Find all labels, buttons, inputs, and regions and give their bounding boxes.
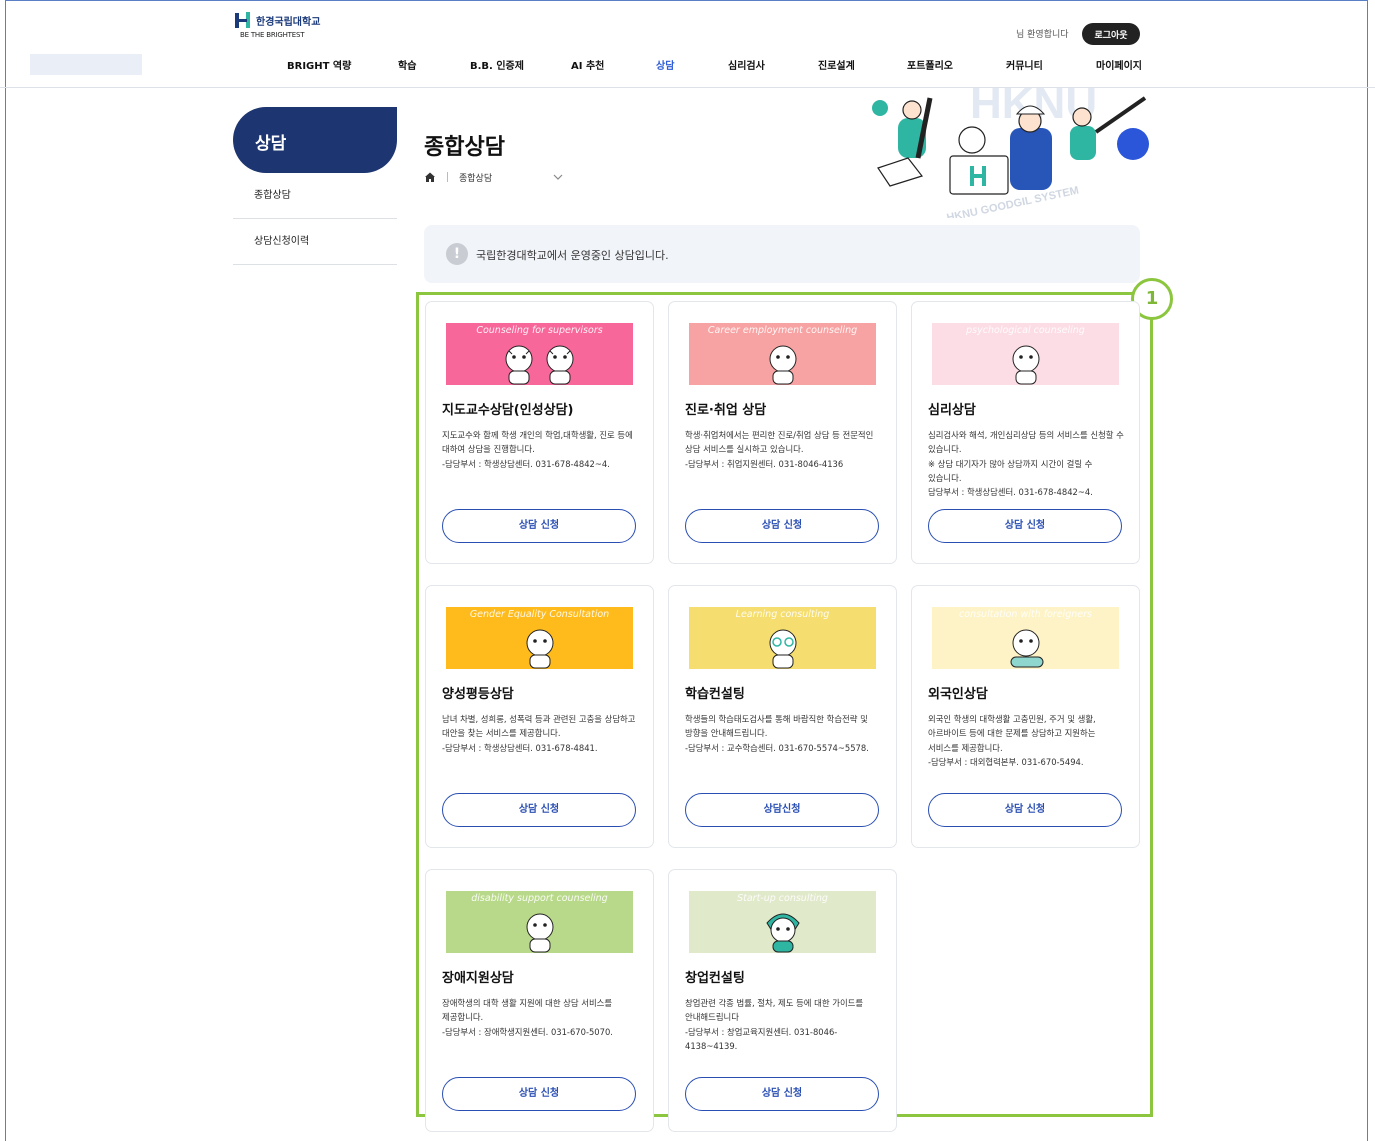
nav-bb-cert[interactable]: B.B. 인증제: [470, 57, 524, 72]
tiger-icon: [546, 345, 574, 385]
card-title: 학습컨설팅: [685, 687, 745, 702]
card-description: 학생·취업처에서는 편리한 진로/취업 상담 등 전문적인 상담 서비스를 실시…: [685, 430, 874, 469]
logo-slogan: BE THE BRIGHTEST: [240, 31, 305, 39]
welcome-text: 님 환영합니다: [1016, 30, 1069, 40]
tiger-heart-icon: [526, 629, 554, 669]
notice-text: 국립한경대학교에서 운영중인 상담입니다.: [476, 249, 669, 262]
card-description: 지도교수와 함께 학생 개인의 학업,대학생활, 진로 등에 대하여 상담을 진…: [442, 430, 633, 469]
card-title: 양성평등상담: [442, 687, 514, 702]
counseling-card: Learning consulting 학습컨설팅 학생들의 학습태도검사를 통…: [668, 585, 897, 848]
card-description: 창업관련 각종 법률, 절차, 제도 등에 대한 가이드를 안내해드립니다 -담…: [685, 998, 864, 1051]
nav-career-design[interactable]: 진로설계: [818, 57, 855, 72]
chevron-down-icon[interactable]: [552, 171, 564, 183]
card-banner-text: Counseling for supervisors: [476, 325, 603, 336]
card-banner-text: Learning consulting: [735, 609, 830, 620]
card-banner: Start-up consulting: [689, 891, 876, 953]
notice-box: ! 국립한경대학교에서 운영중인 상담입니다.: [424, 225, 1140, 283]
sidebar-title: 상담: [233, 107, 397, 173]
sidebar-item-counseling-history[interactable]: 상담신청이력: [233, 219, 397, 265]
apply-button[interactable]: 상담 신청: [928, 509, 1122, 543]
card-description: 외국인 학생의 대학생활 고충민원, 주거 및 생활, 아르바이트 등에 대한 …: [928, 714, 1096, 767]
apply-button[interactable]: 상담 신청: [685, 509, 879, 543]
apply-button[interactable]: 상담신청: [685, 793, 879, 827]
nav-mypage[interactable]: 마이페이지: [1096, 57, 1142, 72]
breadcrumb: 종합상담: [424, 170, 563, 184]
breadcrumb-current[interactable]: 종합상담: [459, 171, 492, 184]
nav-counseling[interactable]: 상담: [656, 57, 674, 72]
counseling-card: consultation with foreigners 외국인상담 외국인 학…: [911, 585, 1140, 848]
nav-portfolio[interactable]: 포트폴리오: [907, 57, 953, 72]
counseling-card: Counseling for supervisors 지도교수상담(인성상담) …: [425, 301, 654, 564]
logout-button[interactable]: 로그아웃: [1082, 23, 1140, 45]
card-banner: Gender Equality Consultation: [446, 607, 633, 669]
tiger-startup-icon: [766, 913, 800, 953]
card-banner-text: Gender Equality Consultation: [469, 609, 610, 620]
card-banner-text: consultation with foreigners: [959, 609, 1092, 620]
card-banner: Counseling for supervisors: [446, 323, 633, 385]
hero-illustration: HKNU HKNU GOODGIL SYSTEM: [860, 88, 1160, 218]
counseling-card: Start-up consulting 창업컨설팅 창업관련 각종 법률, 절차…: [668, 869, 897, 1132]
home-icon[interactable]: [424, 171, 436, 183]
card-title: 장애지원상담: [442, 971, 514, 986]
counseling-card: disability support counseling 장애지원상담 장애학…: [425, 869, 654, 1132]
card-description: 남녀 차별, 성희롱, 성폭력 등과 관련된 고충을 상담하고 대안을 찾는 서…: [442, 714, 636, 753]
card-title: 외국인상담: [928, 687, 988, 702]
tiger-plane-icon: [1010, 629, 1044, 668]
site-header: 한경국립대학교 BE THE BRIGHTEST 님 환영합니다 로그아웃 BR…: [0, 0, 1375, 88]
logo-name: 한경국립대학교: [256, 17, 321, 28]
nav-learning[interactable]: 학습: [398, 57, 416, 72]
info-icon: !: [446, 243, 468, 265]
counseling-card: psychological counseling 심리상담 심리검사와 해석, …: [911, 301, 1140, 564]
tiger-glasses-icon: [769, 629, 797, 669]
card-title: 창업컨설팅: [685, 971, 745, 986]
card-description: 학생들의 학습태도검사를 통해 바람직한 학습전략 및 방향을 안내해드립니다.…: [685, 714, 869, 753]
card-banner: consultation with foreigners: [932, 607, 1119, 669]
tiger-pair-icon: [505, 345, 533, 385]
card-title: 진로·취업 상담: [685, 403, 767, 418]
tiger-thinking-icon: [1012, 345, 1040, 385]
card-banner: psychological counseling: [932, 323, 1119, 385]
card-banner: Career employment counseling: [689, 323, 876, 385]
nav-bright[interactable]: BRIGHT 역량: [287, 57, 351, 72]
counseling-card: Gender Equality Consultation 양성평등상담 남녀 차…: [425, 585, 654, 848]
card-banner-text: Start-up consulting: [737, 893, 828, 904]
apply-button[interactable]: 상담 신청: [442, 509, 636, 543]
card-banner: Learning consulting: [689, 607, 876, 669]
nav-psych-test[interactable]: 심리검사: [728, 57, 765, 72]
nav-community[interactable]: 커뮤니티: [1006, 57, 1043, 72]
card-title: 심리상담: [928, 403, 976, 418]
counseling-card: Career employment counseling 진로·취업 상담 학생…: [668, 301, 897, 564]
nav-ai-recommend[interactable]: AI 추천: [571, 57, 604, 72]
university-logo-icon: [235, 12, 250, 28]
apply-button[interactable]: 상담 신청: [442, 793, 636, 827]
utility-placeholder: [30, 54, 142, 75]
page-title: 종합상담: [424, 135, 505, 160]
sidebar-item-general-counseling[interactable]: 종합상담: [233, 173, 397, 219]
card-banner-text: disability support counseling: [471, 893, 608, 904]
breadcrumb-separator: [447, 172, 448, 182]
tiger-support-icon: [526, 913, 554, 953]
card-banner-text: Career employment counseling: [707, 325, 858, 336]
card-title: 지도교수상담(인성상담): [442, 403, 574, 418]
apply-button[interactable]: 상담 신청: [442, 1077, 636, 1111]
card-description: 장애학생의 대학 생활 지원에 대한 상담 서비스를 제공합니다. -담당부서 …: [442, 998, 613, 1037]
apply-button[interactable]: 상담 신청: [928, 793, 1122, 827]
card-description: 심리검사와 해석, 개인심리상담 등의 서비스를 신청할 수 있습니다. ※ 상…: [928, 430, 1124, 498]
apply-button[interactable]: 상담 신청: [685, 1077, 879, 1111]
card-banner: disability support counseling: [446, 891, 633, 953]
tiger-career-icon: [769, 345, 797, 385]
card-banner-text: psychological counseling: [966, 325, 1085, 336]
